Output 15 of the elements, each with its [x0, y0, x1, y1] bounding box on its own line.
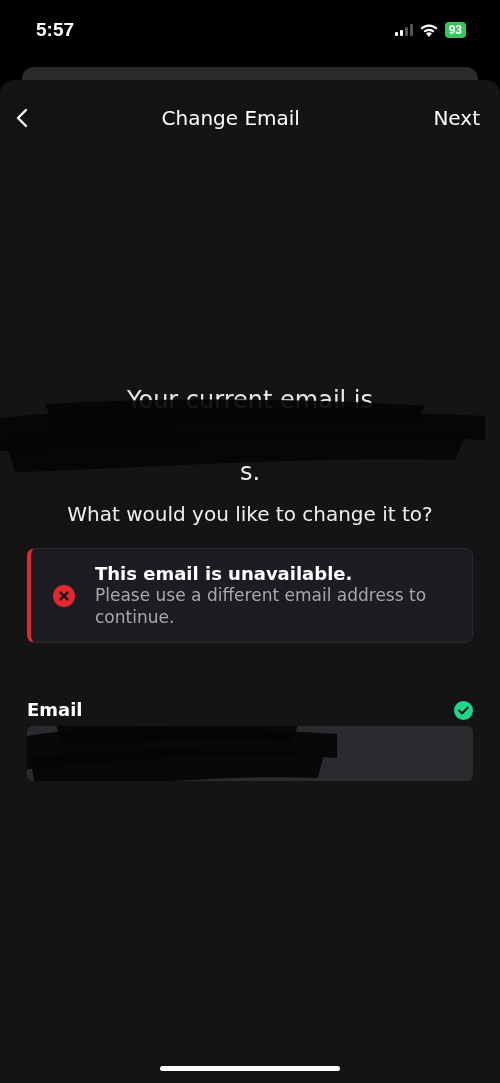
wifi-icon — [419, 23, 438, 37]
screen-title: Change Email — [160, 106, 301, 130]
next-button[interactable]: Next — [427, 102, 486, 134]
message-text: Your current email is — [126, 386, 374, 414]
clock-time: 5:57 — [36, 19, 75, 41]
field-label: Email — [27, 699, 83, 721]
back-icon — [16, 108, 28, 128]
email-field[interactable] — [27, 726, 473, 782]
battery-level: 93 — [444, 22, 466, 38]
alert-message: Please use a different email address to continue. — [95, 584, 428, 629]
signal-icon — [394, 24, 413, 36]
error-icon — [53, 584, 75, 607]
question-text: What would you like to change it to? — [66, 502, 434, 526]
alert-title: This email is unavailable. — [95, 563, 354, 584]
message-text: s. — [239, 458, 261, 486]
